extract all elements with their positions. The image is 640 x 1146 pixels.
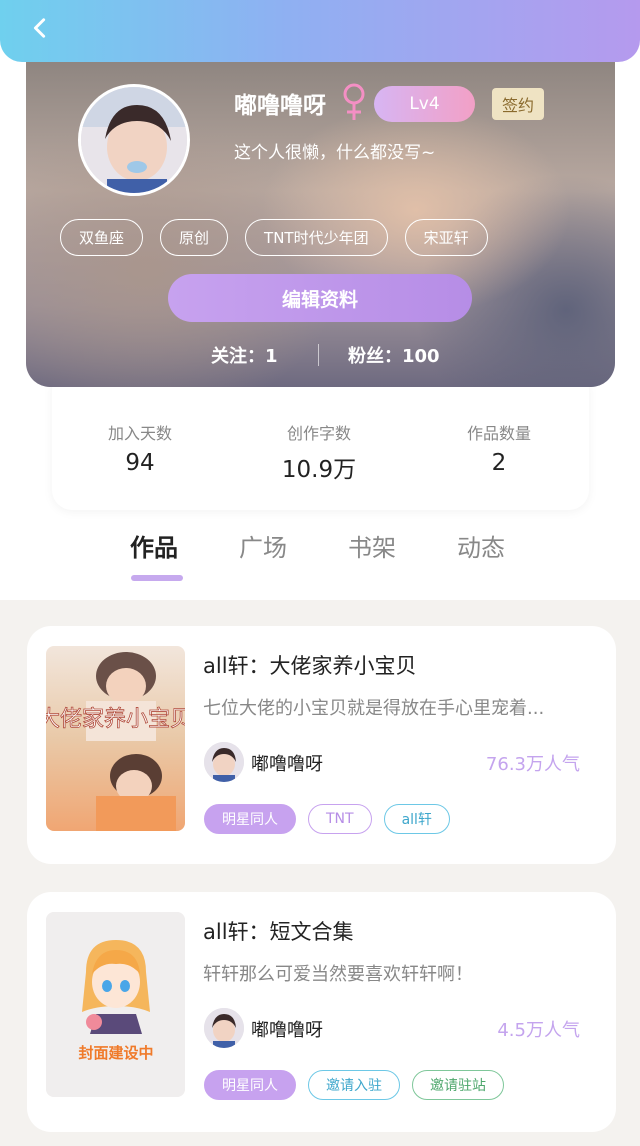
profile-tags: 双鱼座 原创 TNT时代少年团 宋亚轩 bbox=[60, 219, 505, 256]
female-icon bbox=[343, 83, 365, 120]
author-name[interactable]: 嘟噜噜呀 bbox=[251, 750, 323, 776]
book-cover[interactable]: 大佬家养小宝贝 bbox=[46, 646, 185, 831]
active-tab-indicator bbox=[131, 575, 183, 581]
book-card[interactable]: 大佬家养小宝贝 all轩：大佬家养小宝贝 七位大佬的小宝贝就是得放在手心里宠着.… bbox=[27, 626, 616, 864]
stat-value: 2 bbox=[491, 450, 507, 476]
popularity-count: 4.5万人气 bbox=[497, 1020, 580, 1041]
level-badge: Lv4 bbox=[374, 86, 475, 122]
stat-label: 创作字数 bbox=[286, 424, 351, 443]
top-bar bbox=[0, 0, 640, 62]
profile-hero: 嘟噜噜呀 Lv4 签约 这个人很懒，什么都没写~ 双鱼座 原创 TNT时代少年团… bbox=[26, 60, 615, 387]
stat-works-count: 作品数量 2 bbox=[424, 420, 574, 476]
avatar[interactable] bbox=[78, 84, 190, 196]
stat-label: 加入天数 bbox=[107, 424, 172, 443]
back-button[interactable] bbox=[22, 10, 58, 46]
cover-title: 大佬家养小宝贝 bbox=[46, 707, 185, 732]
author-avatar[interactable] bbox=[204, 742, 244, 782]
edit-profile-button[interactable]: 编辑资料 bbox=[168, 274, 472, 322]
author-name[interactable]: 嘟噜噜呀 bbox=[251, 1016, 323, 1042]
book-title[interactable]: all轩：短文合集 bbox=[203, 916, 354, 946]
tab-activity[interactable]: 动态 bbox=[457, 528, 505, 563]
book-tags: 明星同人 邀请入驻 邀请驻站 bbox=[204, 1070, 516, 1100]
book-tag[interactable]: 邀请驻站 bbox=[412, 1070, 504, 1100]
stats-card: 加入天数 94 创作字数 10.9万 作品数量 2 bbox=[52, 370, 589, 510]
tab-bookshelf[interactable]: 书架 bbox=[348, 528, 396, 563]
book-cover[interactable]: 封面建设中 bbox=[46, 912, 185, 1097]
profile-tag[interactable]: TNT时代少年团 bbox=[245, 219, 388, 256]
book-tags: 明星同人 TNT all轩 bbox=[204, 804, 462, 834]
bio-text: 这个人很懒，什么都没写~ bbox=[234, 143, 436, 163]
chevron-left-icon bbox=[33, 18, 46, 38]
book-tag[interactable]: 明星同人 bbox=[204, 804, 296, 834]
fans-count[interactable]: 粉丝：100 bbox=[348, 342, 440, 368]
author-avatar[interactable] bbox=[204, 1008, 244, 1048]
signed-badge: 签约 bbox=[492, 88, 544, 120]
stat-value: 94 bbox=[125, 450, 155, 476]
profile-tag[interactable]: 双鱼座 bbox=[60, 219, 144, 256]
book-title[interactable]: all轩：大佬家养小宝贝 bbox=[203, 650, 417, 680]
stat-label: 作品数量 bbox=[466, 424, 531, 443]
tab-square[interactable]: 广场 bbox=[239, 528, 287, 563]
cover-placeholder-text: 封面建设中 bbox=[78, 1044, 153, 1062]
book-tag[interactable]: TNT bbox=[308, 804, 372, 834]
book-tag[interactable]: 明星同人 bbox=[204, 1070, 296, 1100]
profile-tag[interactable]: 宋亚轩 bbox=[404, 219, 488, 256]
book-description: 七位大佬的小宝贝就是得放在手心里宠着... bbox=[203, 698, 545, 719]
book-tag[interactable]: all轩 bbox=[383, 804, 450, 834]
book-description: 轩轩那么可爱当然要喜欢轩轩啊！ bbox=[203, 964, 473, 985]
book-tag[interactable]: 邀请入驻 bbox=[308, 1070, 400, 1100]
stat-join-days: 加入天数 94 bbox=[65, 420, 215, 476]
popularity-count: 76.3万人气 bbox=[485, 754, 580, 775]
divider bbox=[318, 344, 319, 366]
stat-word-count: 创作字数 10.9万 bbox=[244, 420, 394, 484]
profile-tag[interactable]: 原创 bbox=[160, 219, 229, 256]
stat-value: 10.9万 bbox=[281, 457, 357, 483]
book-card[interactable]: 封面建设中 all轩：短文合集 轩轩那么可爱当然要喜欢轩轩啊！ 嘟噜噜呀 4.5… bbox=[27, 892, 616, 1132]
following-count[interactable]: 关注：1 bbox=[211, 342, 278, 368]
tab-works[interactable]: 作品 bbox=[130, 528, 178, 563]
username: 嘟噜噜呀 bbox=[234, 93, 326, 119]
